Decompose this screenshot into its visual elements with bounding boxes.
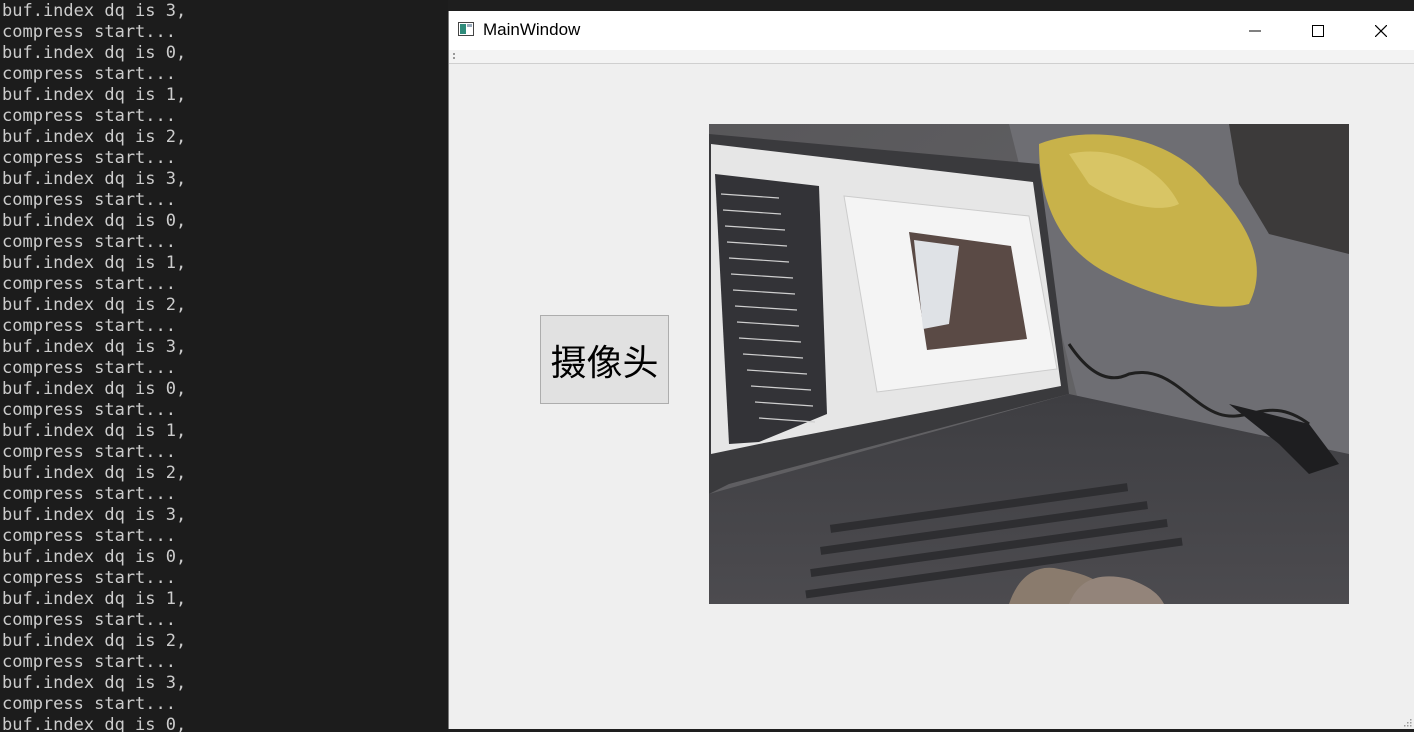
- close-icon: [1375, 24, 1387, 37]
- terminal-line: compress start...: [2, 484, 176, 504]
- minimize-button[interactable]: [1224, 11, 1286, 50]
- terminal-line: compress start...: [2, 652, 176, 672]
- terminal-line: compress start...: [2, 22, 176, 42]
- title-bar[interactable]: MainWindow: [449, 11, 1414, 50]
- terminal-line: compress start...: [2, 568, 176, 588]
- terminal-line: compress start...: [2, 526, 176, 546]
- terminal-line: buf.index dq is 0,: [2, 547, 187, 567]
- terminal-line: buf.index dq is 3,: [2, 337, 187, 357]
- terminal-line: buf.index dq is 3,: [2, 505, 187, 525]
- close-button[interactable]: [1350, 11, 1412, 50]
- window-title: MainWindow: [483, 20, 581, 39]
- maximize-button[interactable]: [1287, 11, 1349, 50]
- main-window: MainWindow 摄像头: [448, 11, 1414, 729]
- terminal-line: buf.index dq is 3,: [2, 169, 187, 189]
- terminal-line: buf.index dq is 0,: [2, 211, 187, 231]
- terminal-line: buf.index dq is 1,: [2, 253, 187, 273]
- terminal-line: buf.index dq is 1,: [2, 85, 187, 105]
- terminal-line: buf.index dq is 1,: [2, 421, 187, 441]
- maximize-icon: [1312, 24, 1324, 37]
- camera-feed-image: [709, 124, 1349, 604]
- terminal-line: compress start...: [2, 442, 176, 462]
- terminal-line: buf.index dq is 2,: [2, 463, 187, 483]
- camera-view: [709, 124, 1349, 604]
- terminal-console: buf.index dq is 3, compress start... buf.i…: [0, 0, 448, 732]
- terminal-line: buf.index dq is 2,: [2, 631, 187, 651]
- terminal-line: buf.index dq is 0,: [2, 715, 187, 732]
- terminal-line: buf.index dq is 0,: [2, 379, 187, 399]
- terminal-line: compress start...: [2, 400, 176, 420]
- terminal-line: compress start...: [2, 148, 176, 168]
- terminal-line: compress start...: [2, 316, 176, 336]
- toolbar-grip[interactable]: [453, 53, 457, 59]
- terminal-line: compress start...: [2, 232, 176, 252]
- terminal-line: buf.index dq is 1,: [2, 589, 187, 609]
- terminal-line: compress start...: [2, 694, 176, 714]
- minimize-icon: [1249, 30, 1261, 31]
- terminal-line: buf.index dq is 3,: [2, 673, 187, 693]
- terminal-line: compress start...: [2, 358, 176, 378]
- app-window-icon: [458, 22, 474, 36]
- terminal-line: compress start...: [2, 64, 176, 84]
- terminal-line: compress start...: [2, 190, 176, 210]
- terminal-line: buf.index dq is 2,: [2, 295, 187, 315]
- resize-grip-icon[interactable]: [1402, 717, 1412, 727]
- toolbar: [449, 50, 1414, 64]
- camera-button[interactable]: 摄像头: [540, 315, 669, 404]
- terminal-line: buf.index dq is 0,: [2, 43, 187, 63]
- terminal-line: buf.index dq is 3,: [2, 1, 187, 21]
- terminal-line: compress start...: [2, 610, 176, 630]
- terminal-line: buf.index dq is 2,: [2, 127, 187, 147]
- terminal-output: buf.index dq is 3, compress start... buf.i…: [2, 1, 186, 732]
- terminal-line: compress start...: [2, 106, 176, 126]
- terminal-line: compress start...: [2, 274, 176, 294]
